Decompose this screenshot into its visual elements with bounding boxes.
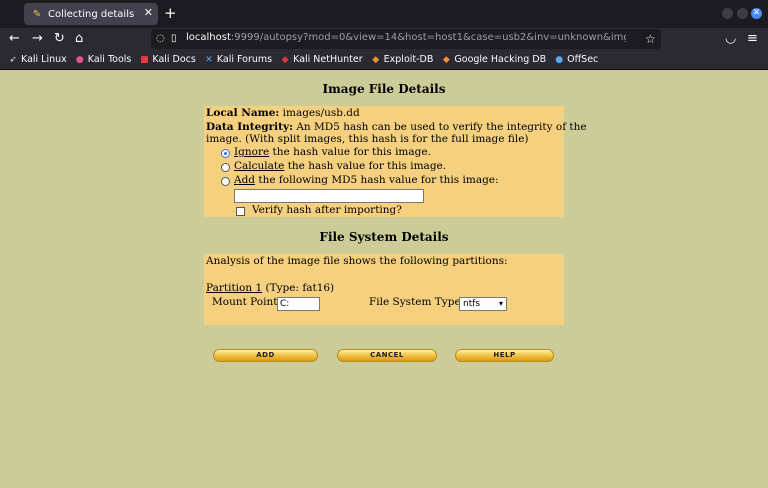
local-name-label: Local Name: — [206, 107, 280, 119]
analysis-text: Analysis of the image file shows the fol… — [206, 255, 508, 267]
browser-tab[interactable]: ✎ Collecting details on new ✕ — [24, 3, 158, 25]
bookmark-item[interactable]: ◆ Kali NetHunter — [280, 54, 363, 65]
kali-docs-icon: ■ — [140, 54, 149, 65]
maximize-button[interactable] — [737, 8, 748, 19]
ignore-text: the hash value for this image. — [272, 146, 431, 158]
calculate-radio[interactable] — [221, 163, 230, 172]
ignore-radio[interactable] — [221, 149, 230, 158]
integrity-text: An MD5 hash can be used to verify the in… — [296, 121, 587, 133]
home-icon[interactable]: ⌂ — [75, 30, 83, 48]
bookmark-label: Exploit-DB — [383, 54, 434, 65]
fs-type-select[interactable]: ntfs ▾ — [459, 297, 507, 311]
partition-type: (Type: fat16) — [265, 282, 335, 294]
add-hash-radio[interactable] — [221, 177, 230, 186]
mount-point-label: Mount Point: — [212, 296, 281, 308]
page-content: Image File Details Local Name: images/us… — [0, 70, 768, 488]
bookmarks-toolbar: ➶ Kali Linux ● Kali Tools ■ Kali Docs ✕ Kali Fo… — [0, 50, 768, 70]
calculate-text: the hash value for this image. — [287, 160, 447, 172]
file-system-details-title: File System Details — [319, 230, 449, 244]
bookmark-item[interactable]: ✕ Kali Forums — [204, 54, 272, 65]
shield-icon[interactable]: ◌ — [156, 30, 165, 48]
browser-titlebar: ✎ Collecting details on new ✕ + ✕ — [0, 0, 768, 28]
ignore-key: Ignore — [234, 146, 270, 158]
kali-tools-icon: ● — [75, 54, 84, 65]
bookmark-item[interactable]: ◆ Exploit-DB — [371, 54, 434, 65]
bookmark-item[interactable]: ● OffSec — [554, 54, 598, 65]
tab-title: Collecting details on new — [48, 8, 138, 20]
verify-hash-label: Verify hash after importing? — [252, 204, 402, 216]
mount-point-input[interactable]: C: — [277, 297, 320, 311]
cancel-button[interactable]: CANCEL — [337, 349, 437, 362]
local-name-row: Local Name: images/usb.dd — [206, 107, 360, 119]
help-button[interactable]: HELP — [455, 349, 554, 362]
reload-icon[interactable]: ↻ — [54, 30, 65, 48]
nethunter-icon: ◆ — [281, 54, 289, 65]
image-file-details-title: Image File Details — [322, 82, 446, 96]
url-bar[interactable]: ◌ ▯ localhost:9999/autopsy?mod=0&view=14… — [151, 29, 661, 49]
file-system-panel: Analysis of the image file shows the fol… — [204, 254, 564, 325]
bookmark-star-icon[interactable]: ☆ — [645, 30, 656, 48]
partition-link[interactable]: Partition 1 — [206, 282, 262, 294]
calculate-key: Calculate — [234, 160, 285, 172]
bookmark-label: OffSec — [567, 54, 599, 65]
navigation-toolbar: ← → ↻ ⌂ ◌ ▯ localhost:9999/autopsy?mod=0… — [0, 28, 768, 50]
calculate-option-label: Calculate the hash value for this image. — [234, 160, 446, 172]
bookmark-item[interactable]: ◆ Google Hacking DB — [441, 54, 546, 65]
kali-forums-icon: ✕ — [205, 54, 213, 65]
offsec-icon: ● — [555, 54, 564, 65]
close-window-button[interactable]: ✕ — [751, 8, 762, 19]
new-tab-button[interactable]: + — [164, 4, 177, 22]
chevron-down-icon: ▾ — [498, 299, 503, 308]
image-file-panel: Local Name: images/usb.dd Data Integrity… — [204, 106, 587, 217]
page-info-icon[interactable]: ▯ — [171, 30, 177, 48]
partition-row: Partition 1 (Type: fat16) — [206, 282, 334, 294]
minimize-button[interactable] — [722, 8, 733, 19]
menu-icon[interactable]: ≡ — [747, 30, 758, 48]
add-hash-option-label: Add the following MD5 hash value for thi… — [234, 174, 499, 186]
bookmark-item[interactable]: ● Kali Tools — [75, 54, 132, 65]
tab-close-icon[interactable]: ✕ — [144, 6, 153, 19]
integrity-text-continued: image. (With split images, this hash is … — [206, 133, 529, 145]
url-text[interactable]: localhost:9999/autopsy?mod=0&view=14&hos… — [186, 32, 626, 43]
exploit-db-icon: ◆ — [372, 54, 380, 65]
autopsy-favicon-icon: ✎ — [32, 8, 42, 20]
bookmark-label: Kali Docs — [152, 54, 196, 65]
add-text: the following MD5 hash value for this im… — [258, 174, 499, 186]
forward-arrow-icon[interactable]: → — [32, 30, 43, 48]
ghdb-icon: ◆ — [442, 54, 450, 65]
bookmark-label: Google Hacking DB — [454, 54, 547, 65]
fs-type-label: File System Type: — [369, 296, 465, 308]
bookmark-label: Kali Tools — [87, 54, 132, 65]
bookmark-label: Kali Linux — [21, 54, 67, 65]
back-arrow-icon[interactable]: ← — [9, 30, 20, 48]
bookmark-label: Kali Forums — [216, 54, 273, 65]
bookmark-item[interactable]: ■ Kali Docs — [139, 54, 196, 65]
bookmark-label: Kali NetHunter — [293, 54, 363, 65]
kali-dragon-icon: ➶ — [9, 54, 17, 65]
integrity-label: Data Integrity: — [206, 121, 293, 133]
add-button[interactable]: ADD — [213, 349, 318, 362]
bookmark-item[interactable]: ➶ Kali Linux — [8, 54, 67, 65]
ignore-option-label: Ignore the hash value for this image. — [234, 146, 431, 158]
pocket-icon[interactable]: ◡ — [725, 30, 736, 48]
integrity-row: Data Integrity: An MD5 hash can be used … — [206, 121, 587, 133]
md5-hash-input[interactable] — [234, 189, 424, 203]
verify-hash-checkbox[interactable] — [236, 207, 245, 216]
fs-type-value: ntfs — [463, 299, 481, 309]
add-key: Add — [234, 174, 256, 186]
local-name-value: images/usb.dd — [282, 107, 360, 119]
